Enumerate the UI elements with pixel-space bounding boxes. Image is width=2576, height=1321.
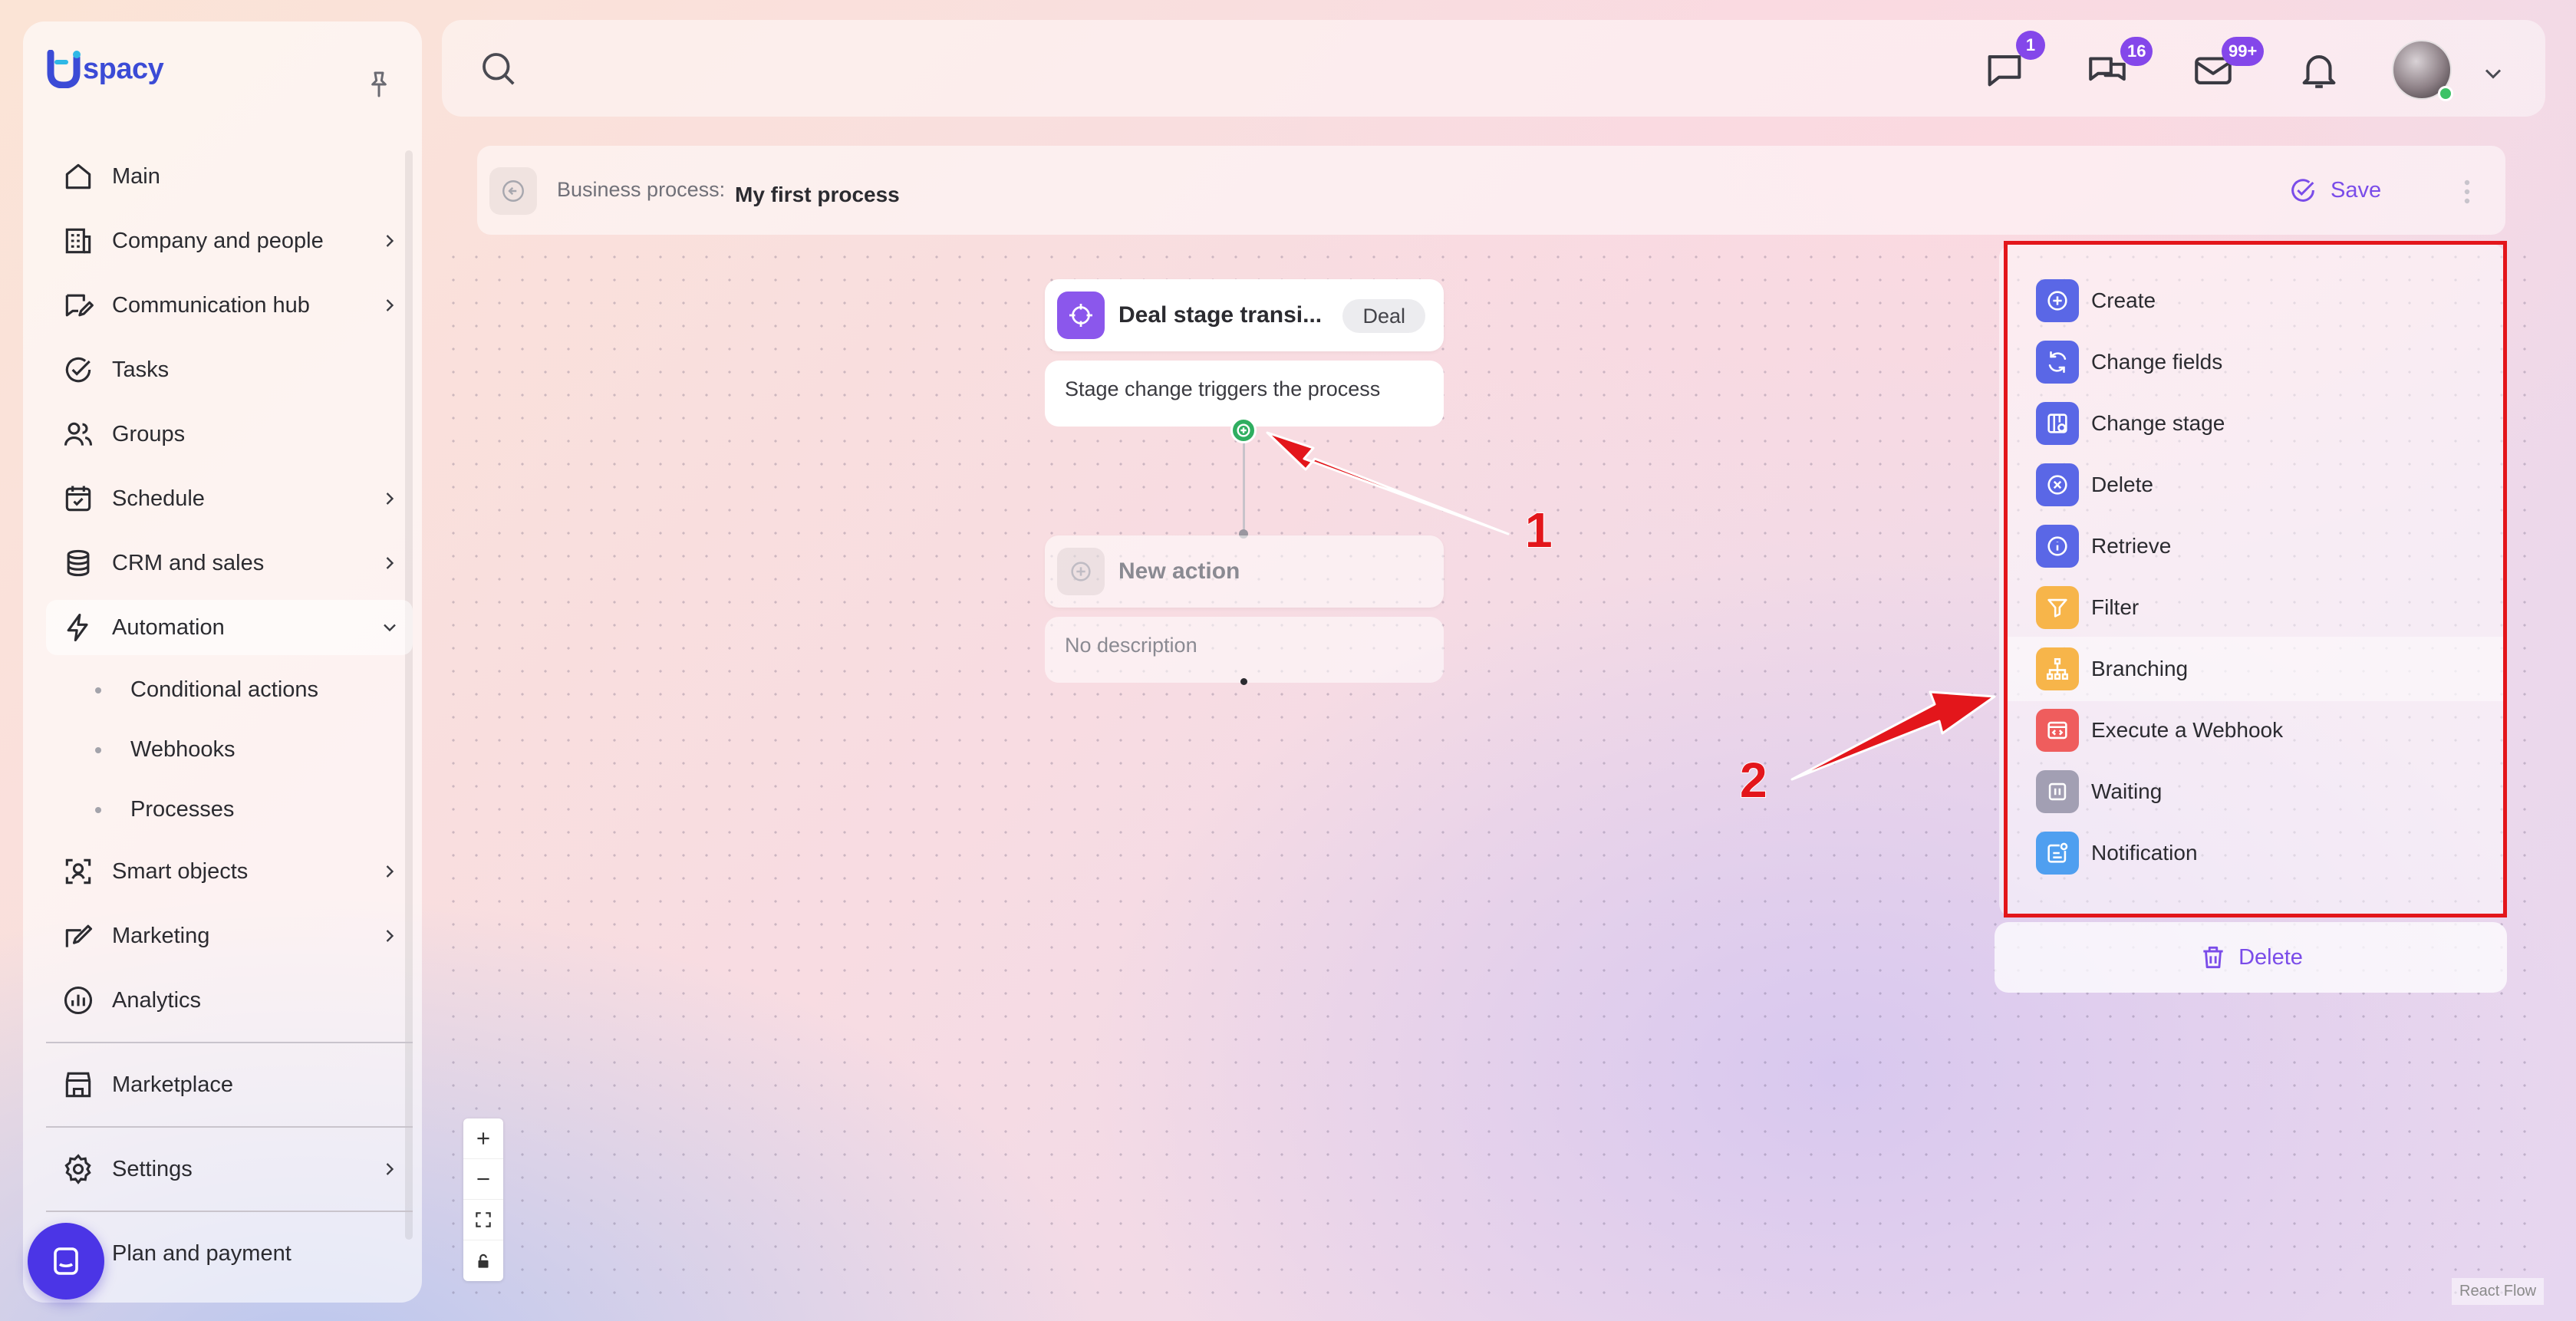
annotation-label-1: 1 <box>1524 502 1553 558</box>
annotation-arrow-1 <box>1266 431 1510 535</box>
annotation-label-2: 2 <box>1739 752 1768 809</box>
annotation-arrow-2 <box>1790 690 1996 781</box>
annotation-arrows <box>1266 431 1996 781</box>
